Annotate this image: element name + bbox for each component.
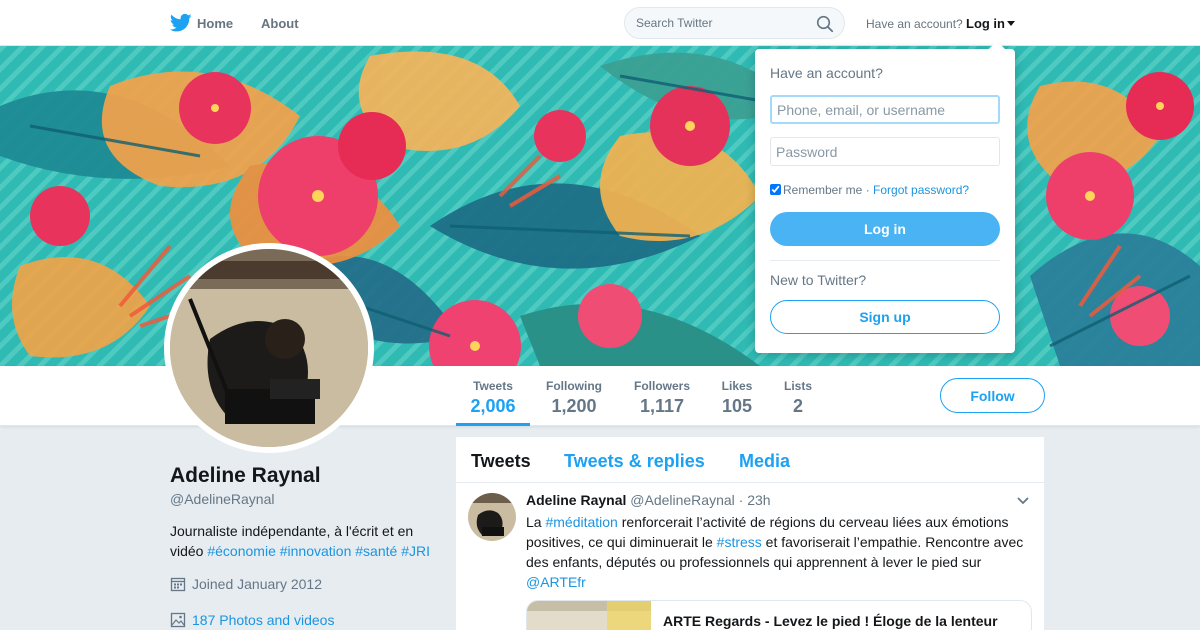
profile-joined: Joined January 2012 <box>170 576 322 592</box>
timeline: Tweets Tweets & replies Media Adeline Ra… <box>456 437 1044 630</box>
chevron-down-icon[interactable] <box>1016 496 1030 506</box>
tweet-avatar-photo <box>468 493 516 541</box>
search-input[interactable] <box>636 16 806 30</box>
stat-value: 2,006 <box>470 396 516 416</box>
remember-label[interactable]: Remember me <box>783 183 862 197</box>
profile-photos-link[interactable]: 187 Photos and videos <box>170 612 334 628</box>
search-icon[interactable] <box>816 15 834 33</box>
calendar-icon <box>170 577 186 592</box>
tab-tweets-and-replies[interactable]: Tweets & replies <box>564 451 705 472</box>
avatar-photo <box>170 249 368 447</box>
tweet-header: Adeline Raynal @AdelineRaynal · 23h <box>526 492 771 508</box>
nav-about-link[interactable]: About <box>261 16 299 31</box>
login-dropdown: Have an account? Remember me · Forgot pa… <box>755 41 1015 353</box>
card-thumbnail <box>527 601 651 630</box>
photos-text: 187 Photos and videos <box>192 612 335 628</box>
bio-hashtag[interactable]: #santé <box>355 543 397 559</box>
bio-hashtag[interactable]: #JRI <box>401 543 430 559</box>
joined-text: Joined January 2012 <box>192 576 322 592</box>
twitter-bird-icon[interactable] <box>170 13 192 33</box>
dropdown-divider <box>770 260 1000 261</box>
tweet-author-name[interactable]: Adeline Raynal <box>526 492 626 508</box>
profile-handle[interactable]: @AdelineRaynal <box>170 491 275 507</box>
stat-label: Following <box>546 379 602 393</box>
tweet-text: La #méditation renforcerait l’activité d… <box>526 512 1034 592</box>
profile-bio: Journaliste indépendante, à l'écrit et e… <box>170 521 440 561</box>
dropdown-title: Have an account? <box>770 65 883 81</box>
stat-likes[interactable]: Likes 105 <box>715 366 759 426</box>
signup-button[interactable]: Sign up <box>770 300 1000 334</box>
forgot-password-link[interactable]: Forgot password? <box>873 183 969 197</box>
stat-value: 1,117 <box>639 396 685 416</box>
dropdown-caret <box>989 41 1005 49</box>
search-box <box>624 7 845 39</box>
tweet-avatar[interactable] <box>468 493 516 541</box>
stat-following[interactable]: Following 1,200 <box>540 366 608 426</box>
stat-followers[interactable]: Followers 1,117 <box>628 366 696 426</box>
stat-value: 1,200 <box>551 396 597 416</box>
photos-icon <box>170 612 186 628</box>
caret-down-icon[interactable] <box>1007 21 1015 26</box>
new-to-twitter-text: New to Twitter? <box>770 272 867 288</box>
bio-hashtag[interactable]: #innovation <box>280 543 352 559</box>
follow-button[interactable]: Follow <box>940 378 1045 413</box>
top-nav: Home About Have an account? Log in <box>0 0 1200 46</box>
login-dropdown-toggle[interactable]: Log in <box>966 16 1005 31</box>
bio-hashtag[interactable]: #économie <box>207 543 276 559</box>
tweet-timestamp[interactable]: 23h <box>747 492 770 508</box>
tweet-link-card[interactable]: ARTE Regards - Levez le pied ! Éloge de … <box>526 600 1032 630</box>
profile-name[interactable]: Adeline Raynal <box>170 464 321 488</box>
tweet-hashtag-link[interactable]: #stress <box>717 534 762 550</box>
username-field[interactable] <box>770 95 1000 124</box>
stat-lists[interactable]: Lists 2 <box>778 366 818 426</box>
remember-checkbox[interactable] <box>770 184 781 195</box>
remember-separator: · <box>862 183 874 197</box>
tweet-separator: · <box>738 492 744 508</box>
tab-tweets[interactable]: Tweets <box>471 451 531 472</box>
stat-value: 105 <box>721 396 753 416</box>
password-field[interactable] <box>770 137 1000 166</box>
stat-label: Lists <box>783 379 812 393</box>
stat-tweets[interactable]: Tweets 2,006 <box>456 366 530 426</box>
stat-label: Likes <box>721 379 753 393</box>
tweet-mention-link[interactable]: @ARTEfr <box>526 574 586 590</box>
stat-label: Followers <box>633 379 690 393</box>
nav-home-link[interactable]: Home <box>197 16 233 31</box>
tweet-text-part: La <box>526 514 546 530</box>
timeline-tabs: Tweets Tweets & replies Media <box>456 437 1044 483</box>
login-button[interactable]: Log in <box>770 212 1000 246</box>
have-account-text: Have an account? <box>866 17 963 31</box>
remember-row: Remember me · Forgot password? <box>770 183 969 197</box>
card-title: ARTE Regards - Levez le pied ! Éloge de … <box>663 613 998 629</box>
tweet-author-handle[interactable]: @AdelineRaynal <box>630 492 735 508</box>
tweet-hashtag-link[interactable]: #méditation <box>545 514 617 530</box>
stat-label: Tweets <box>473 379 513 393</box>
tab-media[interactable]: Media <box>739 451 790 472</box>
profile-avatar[interactable] <box>164 243 374 453</box>
stat-value: 2 <box>792 396 803 416</box>
tweet[interactable]: Adeline Raynal @AdelineRaynal · 23h La #… <box>456 483 1044 630</box>
